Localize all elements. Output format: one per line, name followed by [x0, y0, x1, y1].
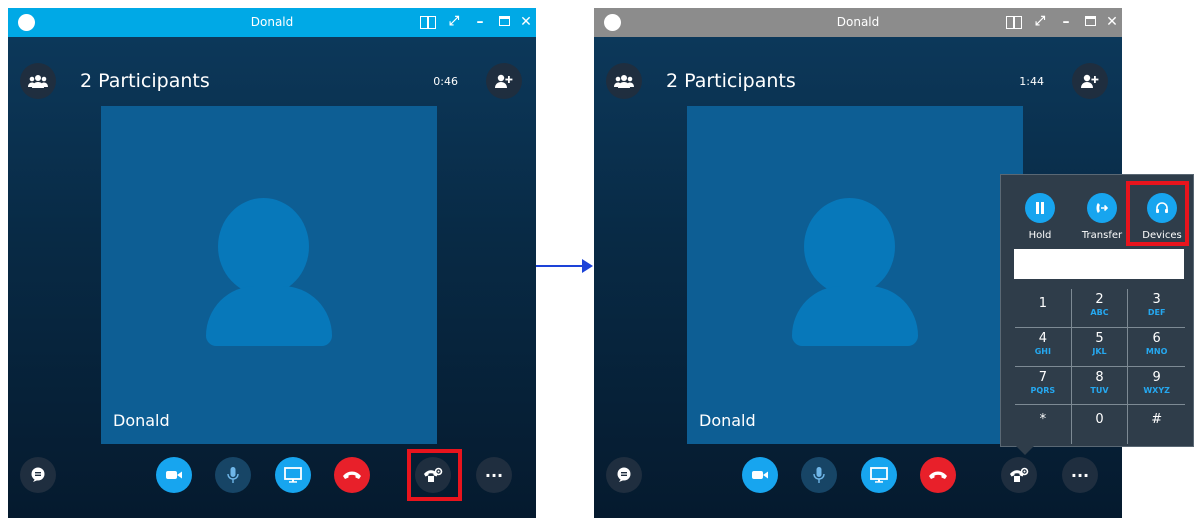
- layout-icon[interactable]: [1006, 16, 1022, 29]
- participants-icon[interactable]: [606, 63, 642, 99]
- transfer-icon: [1087, 193, 1117, 223]
- hang-up-icon[interactable]: [920, 457, 956, 493]
- participants-icon[interactable]: [20, 63, 56, 99]
- minimize-icon[interactable]: –: [470, 12, 490, 32]
- maximize-icon[interactable]: [494, 12, 514, 32]
- participants-label: 2 Participants: [666, 70, 796, 92]
- layout-icon[interactable]: [420, 16, 436, 29]
- dialpad-key[interactable]: 8 TUV: [1071, 366, 1129, 406]
- hang-up-icon[interactable]: [334, 457, 370, 493]
- chat-icon[interactable]: [606, 457, 642, 493]
- dialpad-key[interactable]: 7 PQRS: [1015, 366, 1072, 406]
- more-options-icon[interactable]: ···: [476, 457, 512, 493]
- call-window-before: Donald ⤢ – ✕ 2 Participants 0:46 Donald …: [8, 8, 536, 518]
- video-camera-icon[interactable]: [156, 457, 192, 493]
- dialpad-key[interactable]: 2 ABC: [1071, 289, 1129, 328]
- popup-pointer: [1016, 446, 1034, 455]
- more-options-icon[interactable]: ···: [1062, 457, 1098, 493]
- pause-icon: [1025, 193, 1055, 223]
- chat-icon[interactable]: [20, 457, 56, 493]
- dialpad-key[interactable]: 5 JKL: [1071, 327, 1129, 367]
- close-icon[interactable]: ✕: [1102, 12, 1122, 32]
- title-bar: Donald ⤢ – ✕: [8, 8, 536, 37]
- dialpad-key[interactable]: 6 MNO: [1128, 328, 1185, 367]
- dialpad-key[interactable]: *: [1015, 405, 1072, 444]
- avatar-body: [792, 286, 918, 346]
- minimize-icon[interactable]: –: [1056, 12, 1076, 32]
- video-name: Donald: [113, 411, 170, 430]
- hold-button[interactable]: Hold: [1010, 193, 1070, 253]
- call-timer: 0:46: [433, 75, 458, 88]
- dialpad-key[interactable]: 3 DEF: [1128, 289, 1185, 328]
- video-camera-icon[interactable]: [742, 457, 778, 493]
- close-icon[interactable]: ✕: [516, 12, 536, 32]
- video-area: Donald: [687, 106, 1023, 444]
- transfer-button[interactable]: Transfer: [1072, 193, 1132, 253]
- dialpad: 1 2 ABC 3 DEF 4 GHI 5 JKL 6 MNO 7 PQRS 8 TUV 9W…: [1015, 289, 1185, 444]
- dialpad-key[interactable]: 1: [1015, 289, 1072, 328]
- screen-share-icon[interactable]: [861, 457, 897, 493]
- dialpad-key[interactable]: 9 WXYZ: [1128, 367, 1185, 406]
- dialpad-key[interactable]: 4 GHI: [1015, 327, 1072, 367]
- microphone-icon[interactable]: [215, 457, 251, 493]
- microphone-icon[interactable]: [801, 457, 837, 493]
- transfer-label: Transfer: [1081, 230, 1123, 241]
- video-name: Donald: [699, 411, 756, 430]
- add-participant-icon[interactable]: [1072, 63, 1108, 99]
- highlight-devices-button: [1126, 181, 1189, 246]
- participants-label: 2 Participants: [80, 70, 210, 92]
- transition-arrow: [536, 265, 584, 267]
- hold-label: Hold: [1028, 230, 1052, 241]
- dialpad-key[interactable]: 0: [1072, 405, 1129, 444]
- call-controls-icon[interactable]: [1001, 457, 1037, 493]
- expand-icon[interactable]: ⤢: [444, 12, 464, 32]
- call-timer: 1:44: [1019, 75, 1044, 88]
- title-bar: Donald ⤢ – ✕: [594, 8, 1122, 37]
- add-participant-icon[interactable]: [486, 63, 522, 99]
- highlight-call-controls: [407, 449, 462, 501]
- avatar-icon: [218, 198, 309, 295]
- dialpad-key[interactable]: #: [1128, 405, 1185, 444]
- dial-number-input[interactable]: [1014, 249, 1184, 279]
- avatar-icon: [804, 198, 895, 295]
- screen-share-icon[interactable]: [275, 457, 311, 493]
- avatar-body: [206, 286, 332, 346]
- expand-icon[interactable]: ⤢: [1030, 12, 1050, 32]
- maximize-icon[interactable]: [1080, 12, 1100, 32]
- video-area: Donald: [101, 106, 437, 444]
- arrow-head-icon: [582, 259, 593, 273]
